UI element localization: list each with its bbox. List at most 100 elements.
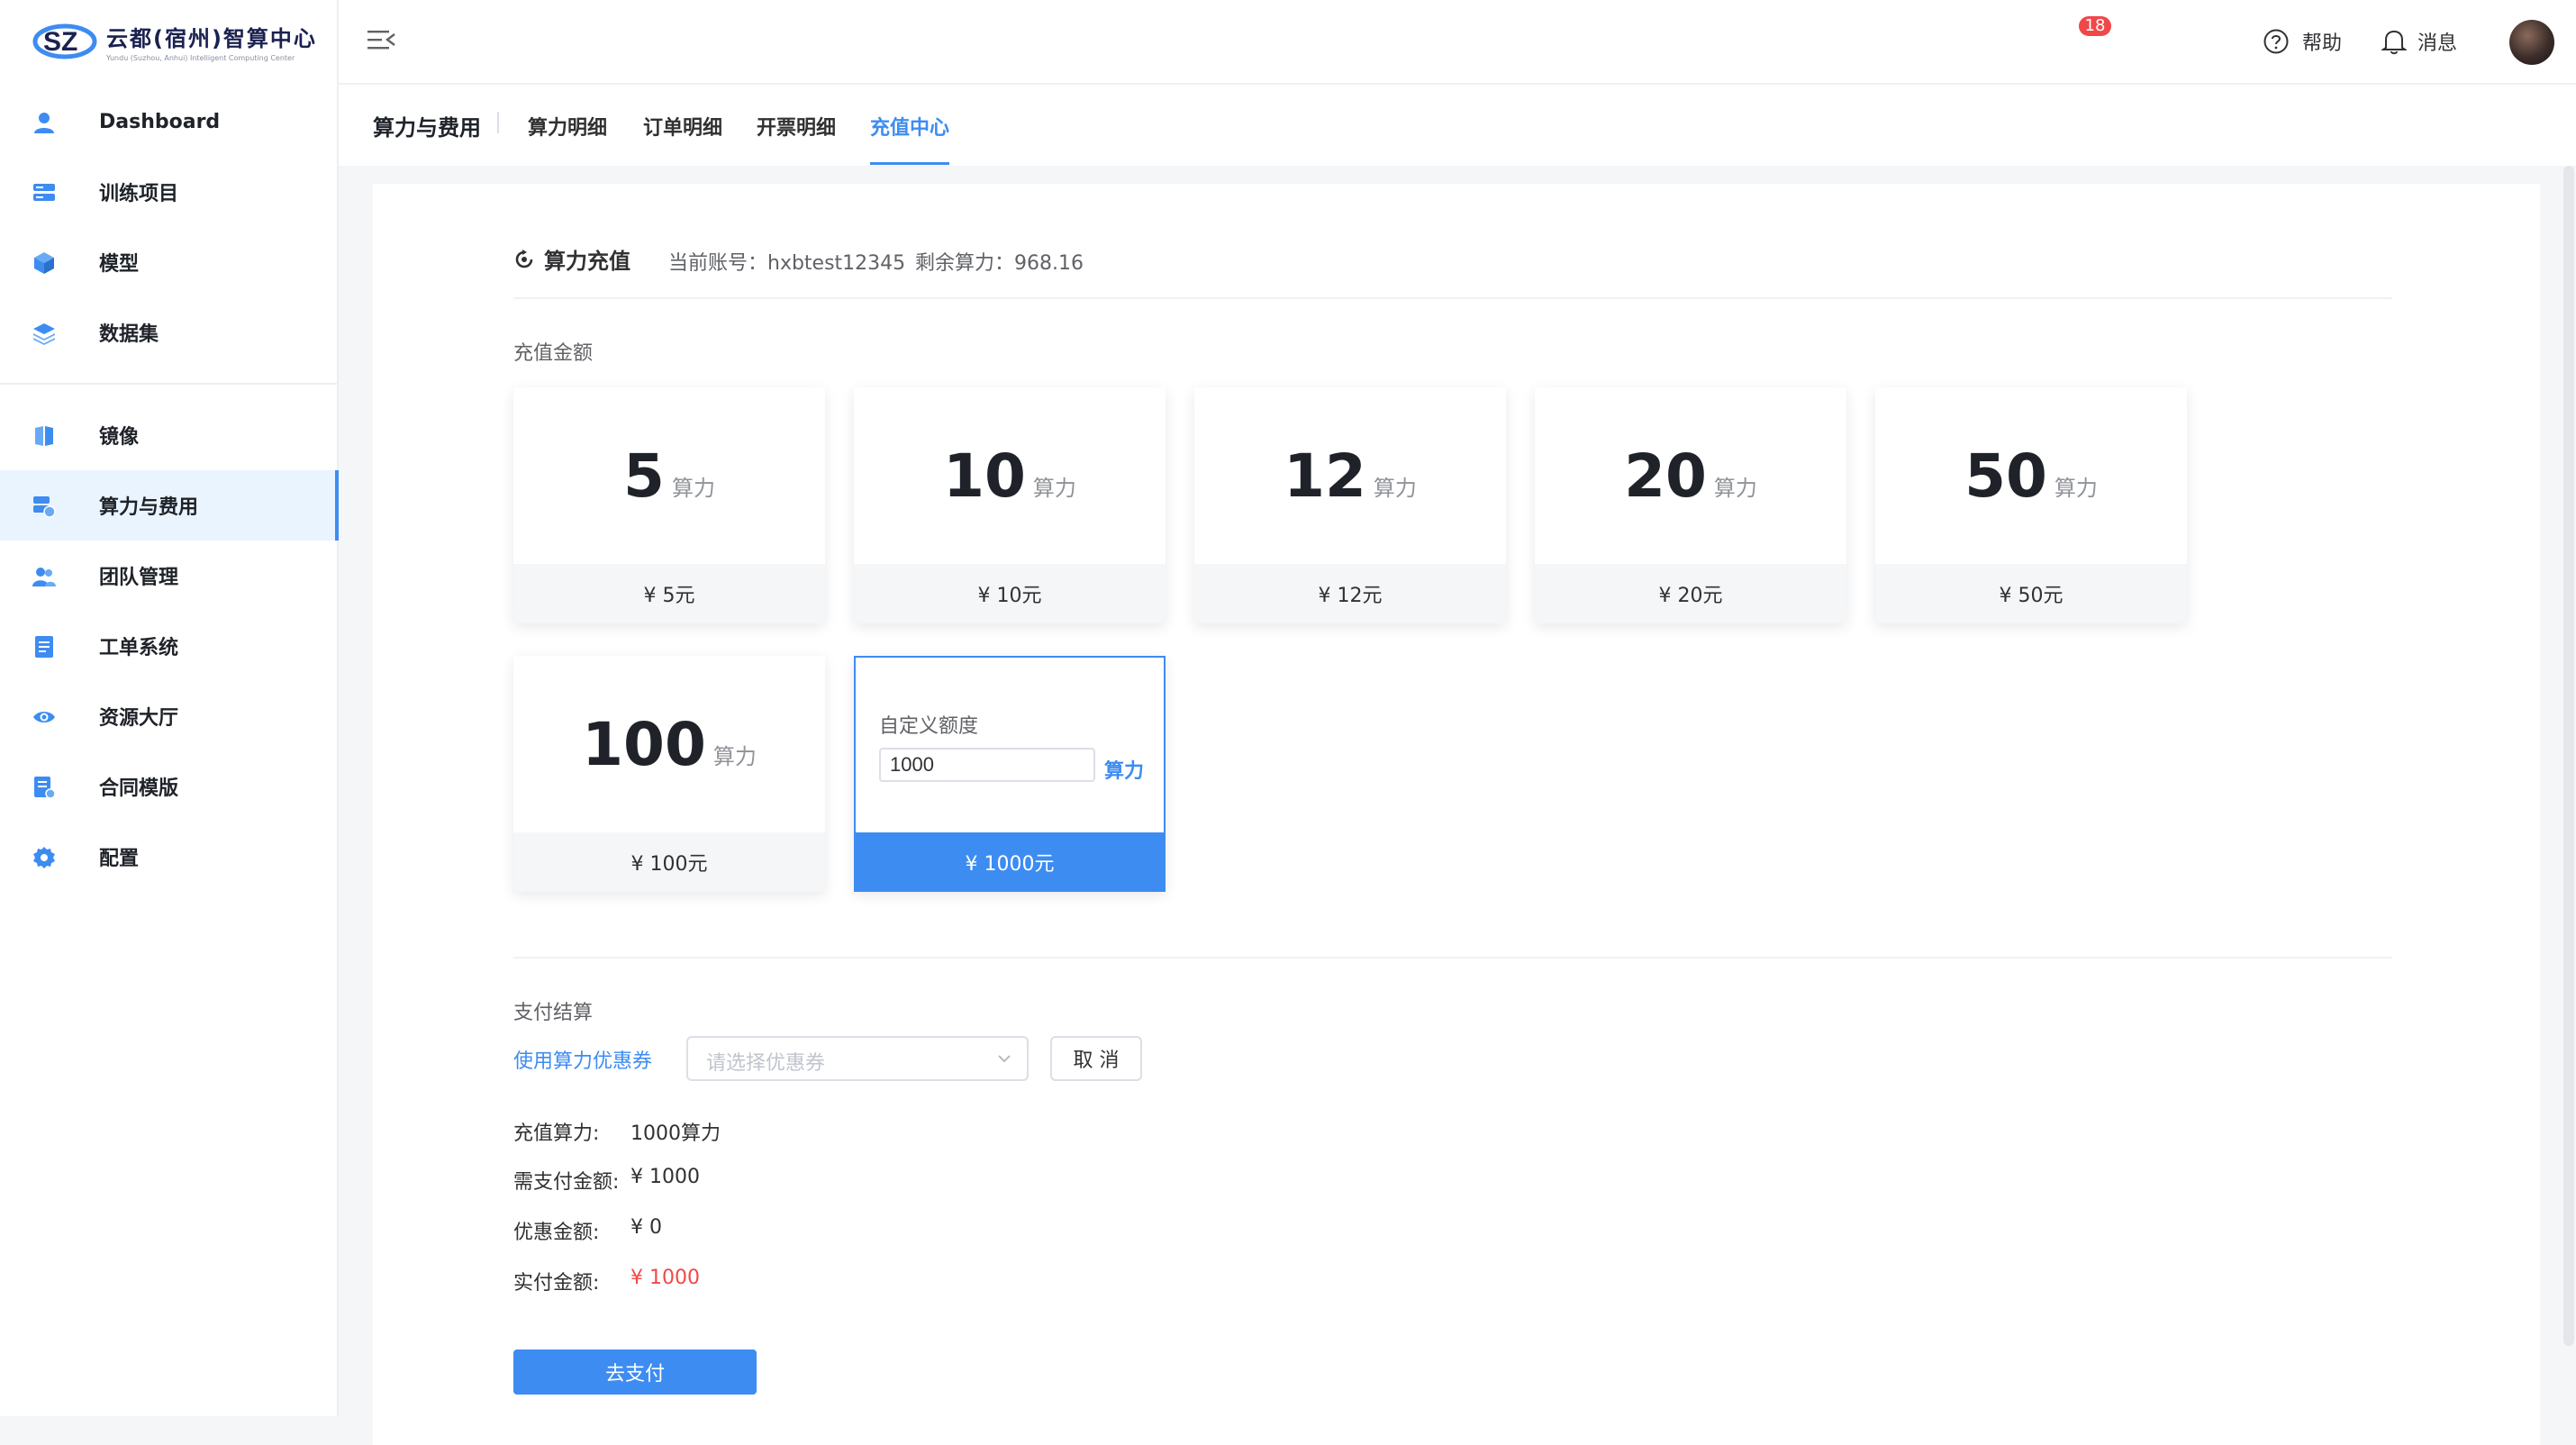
custom-amount-unit: 算力 xyxy=(1104,760,1145,783)
total-amount-value: ¥ 1000 xyxy=(630,1267,700,1289)
package-price: ¥ 100元 xyxy=(513,832,825,892)
summary-value: ¥ 1000 xyxy=(630,1166,700,1188)
tab-compute-details[interactable]: 算力明细 xyxy=(528,112,607,141)
custom-amount-price: ¥ 1000元 xyxy=(854,832,1166,892)
sidebar-item-label: 数据集 xyxy=(99,323,159,346)
eye-icon xyxy=(33,712,55,722)
sidebar-item-images[interactable]: 镜像 xyxy=(0,400,337,470)
bell-icon xyxy=(2381,30,2407,55)
custom-amount-label: 自定义额度 xyxy=(879,715,979,738)
avatar[interactable] xyxy=(2509,20,2554,65)
package-amount: 50 xyxy=(1964,441,2047,511)
payment-section-label: 支付结算 xyxy=(513,1002,594,1024)
contract-icon xyxy=(34,777,56,799)
package-amount: 10 xyxy=(943,441,1026,511)
help-icon xyxy=(2263,29,2289,54)
sidebar-item-label: 团队管理 xyxy=(99,567,179,589)
sidebar-item-label: 训练项目 xyxy=(99,183,179,205)
package-unit: 算力 xyxy=(712,743,757,769)
sidebar-item-label: 工单系统 xyxy=(99,637,179,659)
package-amount: 5 xyxy=(623,441,665,511)
messages-label: 消息 xyxy=(2417,32,2458,55)
divider xyxy=(513,297,2392,299)
message-count-badge: 18 xyxy=(2079,16,2111,36)
cancel-button[interactable]: 取 消 xyxy=(1050,1036,1142,1081)
use-coupon-link[interactable]: 使用算力优惠券 xyxy=(513,1045,652,1074)
sidebar-item-models[interactable]: 模型 xyxy=(0,227,337,297)
mirror-icon xyxy=(35,426,53,446)
scrollbar[interactable] xyxy=(2563,166,2574,1346)
remaining-compute: 剩余算力：968.16 xyxy=(915,252,1084,275)
sidebar-item-label: 合同模版 xyxy=(99,777,179,800)
summary-label: 实付金额: xyxy=(513,1272,600,1295)
coupon-select[interactable]: 请选择优惠券 xyxy=(686,1036,1029,1081)
sidebar-item-label: Dashboard xyxy=(99,110,221,133)
package-price: ¥ 5元 xyxy=(513,564,825,623)
sidebar-item-settings[interactable]: 配置 xyxy=(0,822,337,892)
recharge-title: 算力充值 xyxy=(544,249,630,274)
sidebar-item-dashboard[interactable]: Dashboard xyxy=(0,86,337,157)
sidebar-item-contracts[interactable]: 合同模版 xyxy=(0,751,337,822)
sidebar-divider xyxy=(0,383,337,385)
svg-text:SZ: SZ xyxy=(43,27,77,57)
summary-value: 1000算力 xyxy=(630,1122,721,1145)
layers-icon xyxy=(33,323,55,345)
custom-amount-card[interactable]: 自定义额度 算力 ¥ 1000元 xyxy=(854,656,1166,892)
active-tab-indicator xyxy=(870,162,949,165)
sidebar-item-label: 配置 xyxy=(99,848,140,870)
messages-button[interactable]: 消息 xyxy=(2381,27,2457,56)
sidebar-item-resources[interactable]: 资源大厅 xyxy=(0,681,337,751)
package-card[interactable]: 100 算力 ¥ 100元 xyxy=(513,656,825,892)
tab-order-details[interactable]: 订单明细 xyxy=(643,112,722,141)
cube-icon xyxy=(34,252,54,274)
help-button[interactable]: 帮助 xyxy=(2263,27,2342,56)
tab-separator xyxy=(497,112,499,133)
user-icon xyxy=(34,113,54,133)
tab-recharge-center[interactable]: 充值中心 xyxy=(870,112,949,141)
pay-button[interactable]: 去支付 xyxy=(513,1350,757,1395)
sidebar-item-team[interactable]: 团队管理 xyxy=(0,541,337,611)
summary-label: 优惠金额: xyxy=(513,1222,600,1244)
custom-amount-input[interactable] xyxy=(879,748,1095,782)
coupon-placeholder: 请选择优惠券 xyxy=(706,1052,826,1075)
package-amount: 100 xyxy=(582,709,706,779)
top-header: 帮助 消息 18 xyxy=(339,0,2576,85)
sidebar-item-datasets[interactable]: 数据集 xyxy=(0,297,337,368)
sidebar-item-label: 资源大厅 xyxy=(99,707,179,730)
amount-label: 充值金额 xyxy=(513,342,594,365)
package-card[interactable]: 50 算力 ¥ 50元 xyxy=(1875,387,2187,623)
package-price: ¥ 10元 xyxy=(854,564,1166,623)
page-title: 算力与费用 xyxy=(373,115,481,141)
brand-logo[interactable]: SZ 云都(宿州)智算中心 Yundu (Suzhou, Anhui) Inte… xyxy=(32,16,317,67)
billing-icon xyxy=(33,496,56,518)
brand-title: 云都(宿州)智算中心 xyxy=(106,26,317,51)
current-account: 当前账号：hxbtest12345 xyxy=(668,252,906,275)
sidebar-item-training[interactable]: 训练项目 xyxy=(0,157,337,227)
refresh-icon xyxy=(515,249,533,268)
summary-value: ¥ 0 xyxy=(630,1216,662,1239)
package-card[interactable]: 10 算力 ¥ 10元 xyxy=(854,387,1166,623)
sidebar-item-billing[interactable]: 算力与费用 xyxy=(0,470,339,541)
help-label: 帮助 xyxy=(2302,32,2343,55)
summary-label: 需支付金额: xyxy=(513,1171,620,1194)
package-unit: 算力 xyxy=(1713,475,1757,501)
sidebar-item-tickets[interactable]: 工单系统 xyxy=(0,611,337,681)
menu-collapse-icon[interactable] xyxy=(366,27,396,54)
package-card[interactable]: 20 算力 ¥ 20元 xyxy=(1535,387,1846,623)
package-unit: 算力 xyxy=(1373,475,1417,501)
recharge-section-header: 算力充值 xyxy=(513,243,630,275)
package-card[interactable]: 12 算力 ¥ 12元 xyxy=(1194,387,1506,623)
divider xyxy=(513,957,2392,959)
package-amount: 20 xyxy=(1624,441,1707,511)
package-unit: 算力 xyxy=(671,475,715,501)
server-icon xyxy=(33,184,55,201)
tabs-bar: 算力与费用 算力明细 订单明细 开票明细 充值中心 xyxy=(339,85,2576,166)
package-amount: 12 xyxy=(1283,441,1366,511)
logo-icon: SZ xyxy=(32,23,97,59)
sidebar-item-label: 镜像 xyxy=(99,426,140,449)
brand-subtitle: Yundu (Suzhou, Anhui) Intelligent Comput… xyxy=(106,54,295,62)
sidebar: SZ 云都(宿州)智算中心 Yundu (Suzhou, Anhui) Inte… xyxy=(0,0,339,1416)
package-price: ¥ 20元 xyxy=(1535,564,1846,623)
package-card[interactable]: 5 算力 ¥ 5元 xyxy=(513,387,825,623)
tab-invoice-details[interactable]: 开票明细 xyxy=(757,112,836,141)
